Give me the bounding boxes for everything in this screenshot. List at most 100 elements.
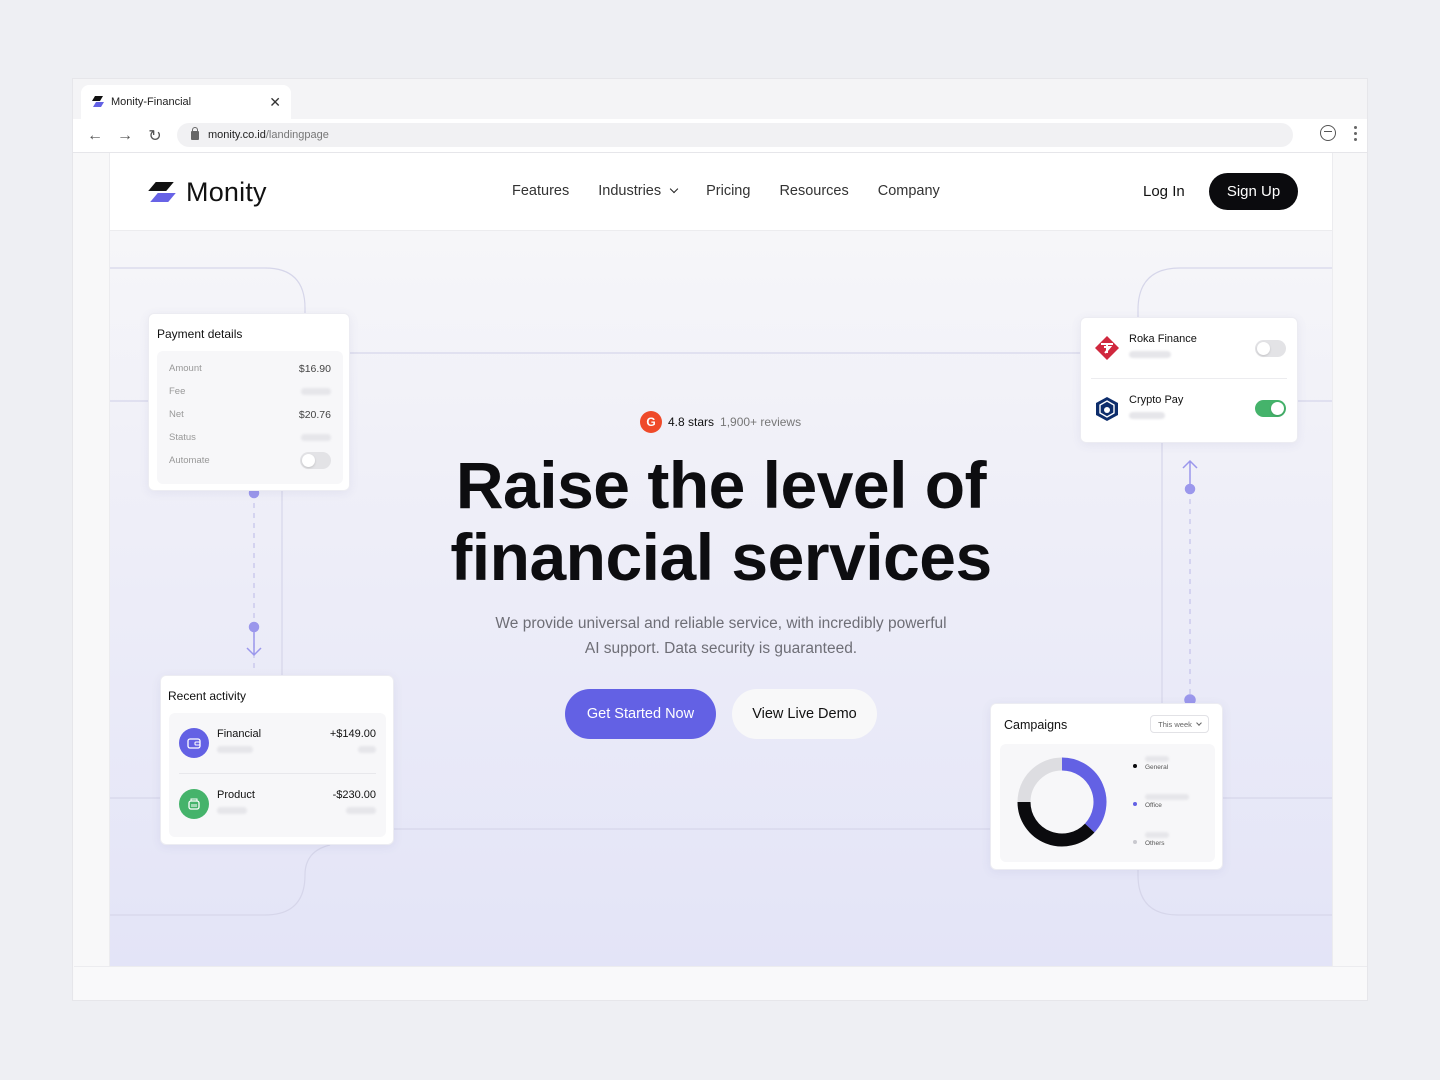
rating-stars: 4.8 stars [668, 415, 715, 429]
placeholder-text [346, 806, 376, 814]
legend-dot [1133, 840, 1137, 844]
activity-item[interactable]: Financial +$149.00 [179, 713, 376, 773]
address-bar[interactable]: monity.co.id/landingpage [177, 123, 1293, 147]
logo[interactable]: Monity [146, 177, 267, 208]
reload-icon[interactable]: ↻ [141, 126, 169, 146]
crypto-pay-logo-icon [1094, 396, 1120, 422]
payment-row-amount: Amount $16.90 [169, 357, 331, 380]
main-nav: Features Industries Pricing Resources Co… [512, 183, 940, 199]
page-bottom-band [74, 966, 1367, 1000]
legend-label: General [1145, 764, 1169, 771]
back-arrow-icon[interactable]: ← [81, 127, 109, 145]
menu-kebab-icon[interactable] [1354, 125, 1357, 141]
placeholder-text [1145, 756, 1169, 762]
url-host: monity.co.id [208, 129, 266, 141]
roka-finance-logo-icon [1094, 335, 1120, 361]
placeholder-text [217, 746, 253, 753]
hero-section: Payment details Amount $16.90 Fee Net $20.… [110, 231, 1332, 966]
tab-title: Monity-Financial [111, 96, 192, 108]
legend-item-office: Office [1133, 794, 1189, 832]
card-title: Campaigns [1004, 718, 1068, 732]
placeholder-text [1129, 351, 1171, 358]
placeholder-value [301, 388, 331, 395]
integration-item-roka: Roka Finance [1081, 318, 1297, 378]
integration-item-crypto: Crypto Pay [1091, 378, 1287, 438]
activity-amount: -$230.00 [332, 788, 376, 801]
legend-dot [1133, 802, 1137, 806]
g2-logo-icon: G [640, 411, 662, 433]
extension-icon[interactable] [1320, 125, 1336, 141]
row-label: Net [169, 409, 184, 420]
lock-icon [191, 126, 199, 140]
recent-activity-card: Recent activity Financial +$149.00 Produ [160, 675, 394, 845]
headline-line: Raise the level of [455, 448, 987, 522]
placeholder-text [358, 746, 376, 753]
wallet-icon [179, 728, 209, 758]
card-title: Recent activity [168, 689, 247, 703]
login-link[interactable]: Log In [1143, 183, 1185, 200]
integrations-card: Roka Finance Crypto Pay [1080, 317, 1298, 443]
subtitle-line: AI support. Data security is guaranteed. [584, 640, 858, 657]
monity-favicon-icon [91, 96, 105, 108]
payment-row-net: Net $20.76 [169, 403, 331, 426]
nav-label: Company [877, 183, 940, 199]
payment-row-status: Status [169, 426, 331, 449]
view-demo-button[interactable]: View Live Demo [732, 689, 877, 739]
activity-item[interactable]: Product -$230.00 [179, 773, 376, 833]
card-title: Payment details [157, 327, 243, 341]
roka-finance-toggle[interactable] [1255, 339, 1286, 357]
hero-subtitle: We provide universal and reliable servic… [110, 611, 1332, 661]
nav-label: Industries [598, 183, 662, 199]
browser-toolbar: ← → ↻ monity.co.id/landingpage [73, 119, 1367, 153]
legend-dot [1133, 764, 1137, 768]
subtitle-line: We provide universal and reliable servic… [495, 615, 947, 632]
rating-badge: G 4.8 stars 1,900+ reviews [640, 411, 801, 433]
basket-icon [179, 788, 209, 819]
row-value: $16.90 [298, 362, 331, 375]
chart-legend: General Office Others [1133, 756, 1189, 870]
activity-amount: +$149.00 [329, 728, 376, 740]
crypto-pay-toggle[interactable] [1255, 400, 1286, 417]
logo-text: Monity [186, 177, 267, 207]
nav-label: Features [512, 183, 570, 199]
campaigns-donut-chart [1017, 757, 1107, 847]
chevron-down-icon [1196, 720, 1202, 726]
monity-logo-icon [146, 180, 178, 206]
headline-line: financial services [450, 520, 992, 594]
donut-slice-general [1017, 801, 1095, 847]
payment-row-fee: Fee [169, 380, 331, 403]
placeholder-text [1145, 832, 1169, 838]
signup-button[interactable]: Sign Up [1209, 173, 1298, 210]
donut-slice-office [1061, 757, 1107, 833]
forward-arrow-icon[interactable]: → [111, 127, 139, 145]
legend-item-general: General [1133, 756, 1189, 794]
landing-page: Monity Features Industries Pricing Resou… [74, 153, 1367, 1000]
url-path: /landingpage [265, 129, 329, 141]
close-tab-icon[interactable]: ✕ [269, 94, 281, 111]
donut-slice-others [1017, 757, 1063, 803]
nav-company[interactable]: Company [878, 183, 940, 199]
nav-features[interactable]: Features [512, 183, 569, 199]
row-label: Amount [169, 363, 202, 374]
nav-industries[interactable]: Industries [598, 183, 679, 199]
period-select[interactable]: This week [1150, 715, 1209, 733]
nav-resources[interactable]: Resources [779, 183, 848, 199]
row-label: Fee [169, 386, 186, 397]
period-value: This week [1158, 719, 1192, 729]
rating-reviews: 1,900+ reviews [720, 415, 802, 429]
row-label: Status [169, 432, 196, 443]
get-started-button[interactable]: Get Started Now [565, 689, 716, 739]
legend-label: Office [1145, 802, 1162, 809]
integration-name: Roka Finance [1129, 333, 1197, 345]
row-value: $20.76 [298, 408, 331, 421]
chevron-down-icon [669, 184, 679, 194]
legend-label: Others [1145, 840, 1165, 847]
browser-tab[interactable]: Monity-Financial ✕ [81, 85, 291, 119]
placeholder-text [1129, 411, 1165, 419]
nav-label: Pricing [706, 183, 751, 199]
campaigns-card: Campaigns This week General Office Other… [990, 703, 1223, 870]
nav-pricing[interactable]: Pricing [706, 183, 750, 199]
browser-window: Monity-Financial ✕ ← → ↻ monity.co.id/la… [72, 78, 1368, 1001]
placeholder-text [217, 806, 247, 814]
placeholder-value [301, 434, 331, 441]
